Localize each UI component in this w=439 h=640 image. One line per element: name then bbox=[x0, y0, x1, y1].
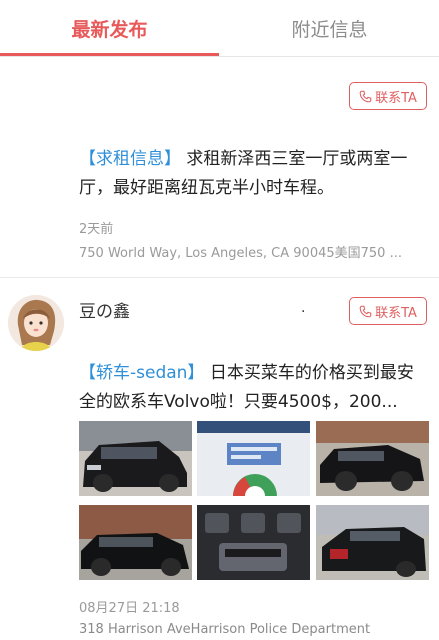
post-time: 08月27日 21:18 bbox=[79, 601, 180, 616]
post-divider bbox=[0, 277, 439, 278]
username[interactable]: 豆の鑫 bbox=[79, 297, 130, 322]
post-photo-6[interactable] bbox=[316, 505, 429, 580]
post-content[interactable]: 【求租信息】 求租新泽西三室一厅或两室一厅，最好距离纽瓦克半小时车程。 bbox=[79, 145, 417, 203]
tab-nearby[interactable]: 附近信息 bbox=[220, 0, 439, 56]
post-photo-5[interactable] bbox=[197, 505, 310, 580]
contact-button[interactable]: 联系TA bbox=[349, 82, 427, 110]
contact-button-label: 联系TA bbox=[375, 305, 417, 321]
post-photo-3[interactable] bbox=[316, 421, 429, 496]
post-category-tag[interactable]: 【求租信息】 bbox=[79, 149, 181, 169]
post-content[interactable]: 【轿车-sedan】 日本买菜车的价格买到最安全的欧系车Volvo啦！只要450… bbox=[79, 359, 417, 417]
active-tab-indicator bbox=[0, 53, 219, 56]
status-dot: . bbox=[301, 300, 306, 316]
post-time: 2天前 bbox=[79, 222, 114, 237]
phone-icon bbox=[359, 90, 372, 102]
post-location: 750 World Way, Los Angeles, CA 90045美国75… bbox=[79, 246, 402, 261]
contact-button-label: 联系TA bbox=[375, 90, 417, 106]
tab-latest[interactable]: 最新发布 bbox=[0, 0, 219, 56]
contact-button[interactable]: 联系TA bbox=[349, 297, 427, 325]
post-photo-1[interactable] bbox=[79, 421, 192, 496]
post-location: 318 Harrison AveHarrison Police Departme… bbox=[79, 622, 371, 637]
post-photo-2[interactable] bbox=[197, 421, 310, 496]
tab-bar: 最新发布 附近信息 bbox=[0, 0, 439, 57]
user-avatar[interactable] bbox=[8, 295, 64, 351]
phone-icon bbox=[359, 305, 372, 317]
post-category-tag[interactable]: 【轿车-sedan】 bbox=[79, 363, 204, 383]
post-photo-4[interactable] bbox=[79, 505, 192, 580]
